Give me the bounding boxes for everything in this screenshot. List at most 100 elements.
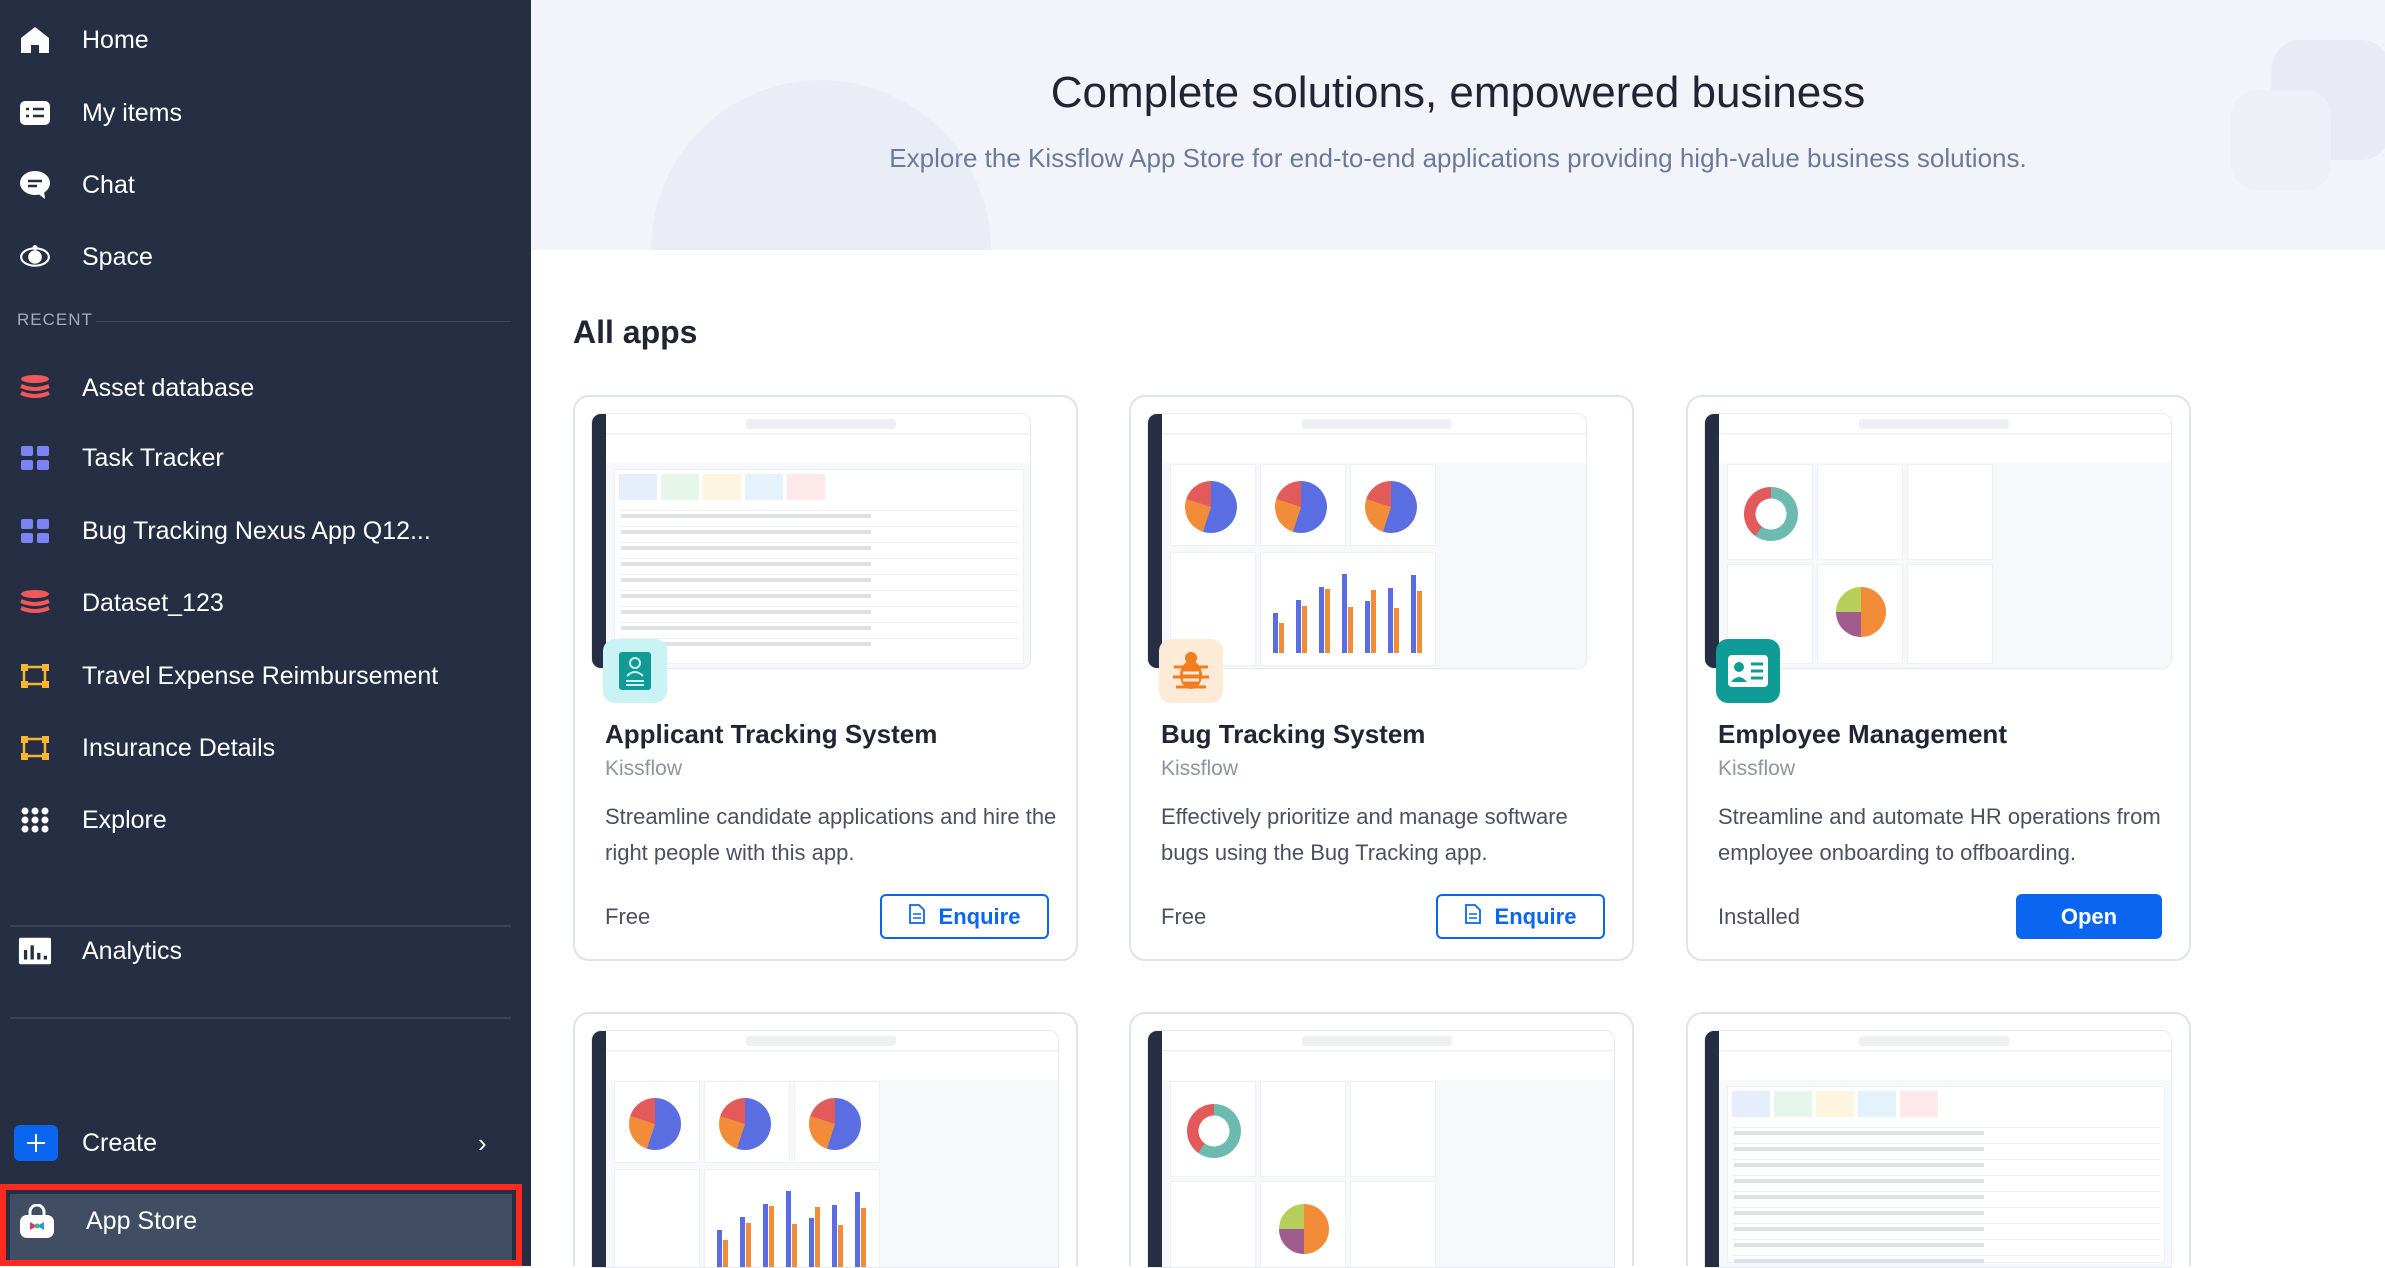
chat-icon [18, 168, 52, 202]
app-preview-image [591, 413, 1031, 669]
preview-pie [1260, 1181, 1346, 1267]
recent-item[interactable]: Dataset_123 [0, 573, 531, 633]
app-price: Free [1161, 904, 1207, 929]
preview-donut [1170, 1181, 1256, 1267]
preview-sidebar [592, 414, 606, 668]
app-card[interactable]: Applicant Tracking System Kissflow Strea… [573, 395, 1078, 961]
app-preview-image [1704, 1030, 2172, 1268]
preview-sidebar [1705, 1031, 1719, 1267]
app-card[interactable] [1686, 1012, 2191, 1268]
process-icon [18, 659, 52, 693]
preview-topbar [606, 1031, 1058, 1051]
preview-columns [1907, 464, 1993, 560]
preview-sidebar [1148, 414, 1162, 668]
main-content: Complete solutions, empowered business E… [531, 0, 2385, 1268]
preview-header [1719, 435, 2171, 463]
preview-header [606, 435, 1030, 463]
app-card[interactable]: Bug Tracking System Kissflow Effectively… [1129, 395, 1634, 961]
app-preview-image [1704, 413, 2172, 669]
app-icon [1159, 639, 1223, 703]
preview-topbar [1162, 414, 1586, 434]
recent-item[interactable]: Bug Tracking Nexus App Q12... [0, 501, 531, 561]
recent-item[interactable]: Travel Expense Reimbursement [0, 646, 531, 706]
app-title: Employee Management [1718, 719, 2007, 749]
preview-topbar [1719, 414, 2171, 434]
nav-app-store-highlight[interactable]: App Store [0, 1184, 522, 1266]
preview-columns [1260, 1081, 1346, 1177]
preview-pie [704, 1081, 790, 1163]
sidebar: Home My items Chat Space RECENT Asset da… [0, 0, 531, 1266]
nav-create[interactable]: Create › [0, 1113, 531, 1173]
preview-search [746, 1036, 896, 1046]
open-button[interactable]: Open [2016, 894, 2162, 939]
nav-app-store[interactable]: App Store [10, 1194, 512, 1260]
app-preview-image [1147, 1030, 1615, 1268]
app-card[interactable] [573, 1012, 1078, 1268]
app-preview-image [1147, 413, 1587, 669]
recent-heading: RECENT [17, 310, 93, 329]
preview-search [1302, 419, 1452, 429]
preview-table [614, 469, 1024, 664]
preview-pie [1260, 464, 1346, 546]
preview-table [1727, 1086, 2165, 1263]
board-icon [18, 514, 52, 548]
nav-my-items[interactable]: My items [0, 83, 531, 143]
nav-space[interactable]: Space [0, 227, 531, 287]
preview-columns [1817, 464, 1903, 560]
preview-bar-chart [614, 1169, 700, 1267]
app-store-bag-icon [18, 1203, 56, 1245]
document-icon [1464, 903, 1481, 930]
preview-pie [614, 1081, 700, 1163]
preview-donut [1170, 1081, 1256, 1177]
grid-dots-icon [18, 803, 52, 837]
preview-sidebar [1148, 1031, 1162, 1267]
preview-columns [1907, 564, 1993, 664]
recent-item[interactable]: Task Tracker [0, 428, 531, 488]
app-description: Streamline and automate HR operations fr… [1718, 804, 2161, 865]
divider [96, 321, 511, 322]
preview-search [1859, 1036, 2009, 1046]
document-icon [908, 903, 925, 930]
app-price: Free [605, 904, 651, 929]
preview-header [1162, 435, 1586, 463]
preview-search [1302, 1036, 1452, 1046]
process-icon [18, 731, 52, 765]
hero-banner: Complete solutions, empowered business E… [531, 0, 2385, 250]
preview-sidebar [1705, 414, 1719, 668]
app-icon [1716, 639, 1780, 703]
enquire-button[interactable]: Enquire [880, 894, 1049, 939]
database-icon [18, 586, 52, 620]
app-title: Bug Tracking System [1161, 719, 1426, 749]
enquire-button[interactable]: Enquire [1436, 894, 1605, 939]
preview-sidebar [592, 1031, 606, 1267]
recent-item[interactable]: Asset database [0, 358, 531, 418]
recent-item[interactable]: Insurance Details [0, 718, 531, 778]
plus-icon [14, 1125, 58, 1161]
preview-header [606, 1052, 1058, 1080]
preview-column-chart [704, 1169, 880, 1267]
app-card[interactable]: Employee Management Kissflow Streamline … [1686, 395, 2191, 961]
app-vendor: Kissflow [1718, 757, 1796, 780]
nav-analytics[interactable]: Analytics [0, 921, 531, 981]
database-icon [18, 371, 52, 405]
recent-item[interactable]: Explore [0, 790, 531, 850]
app-card[interactable] [1129, 1012, 1634, 1268]
preview-pie [1350, 464, 1436, 546]
app-price: Installed [1718, 904, 1800, 929]
app-description: Streamline candidate applications and hi… [605, 804, 1057, 865]
app-preview-image [591, 1030, 1059, 1268]
hero-subtitle: Explore the Kissflow App Store for end-t… [889, 143, 2027, 173]
preview-header [1719, 1052, 2171, 1080]
preview-pie [1170, 464, 1256, 546]
preview-columns [1350, 1181, 1436, 1267]
app-vendor: Kissflow [605, 757, 683, 780]
nav-chat[interactable]: Chat [0, 155, 531, 215]
nav-home[interactable]: Home [0, 10, 531, 70]
home-icon [18, 23, 52, 57]
divider [10, 1017, 511, 1019]
app-description: Effectively prioritize and manage softwa… [1161, 804, 1568, 865]
app-title: Applicant Tracking System [605, 719, 938, 749]
preview-pie [794, 1081, 880, 1163]
checklist-icon [18, 96, 52, 130]
analytics-icon [18, 934, 52, 968]
